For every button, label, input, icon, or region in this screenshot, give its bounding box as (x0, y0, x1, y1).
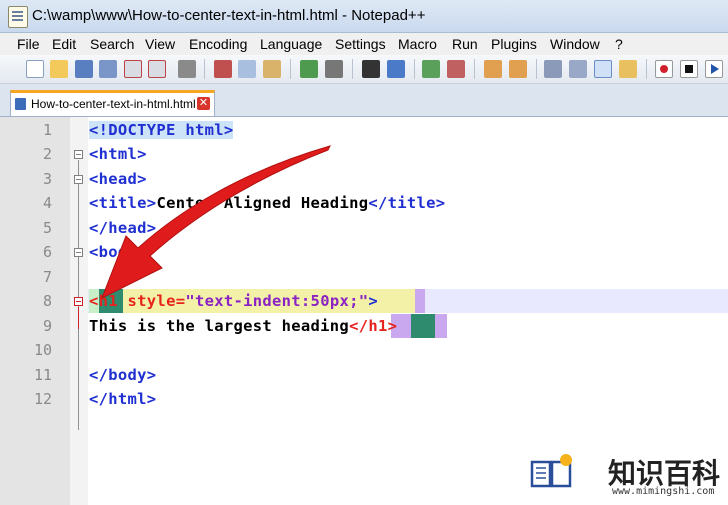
book-lightbulb-icon (530, 454, 572, 488)
arrow-annotation-icon (101, 145, 331, 300)
watermark-url: www.mimingshi.com (612, 486, 715, 497)
